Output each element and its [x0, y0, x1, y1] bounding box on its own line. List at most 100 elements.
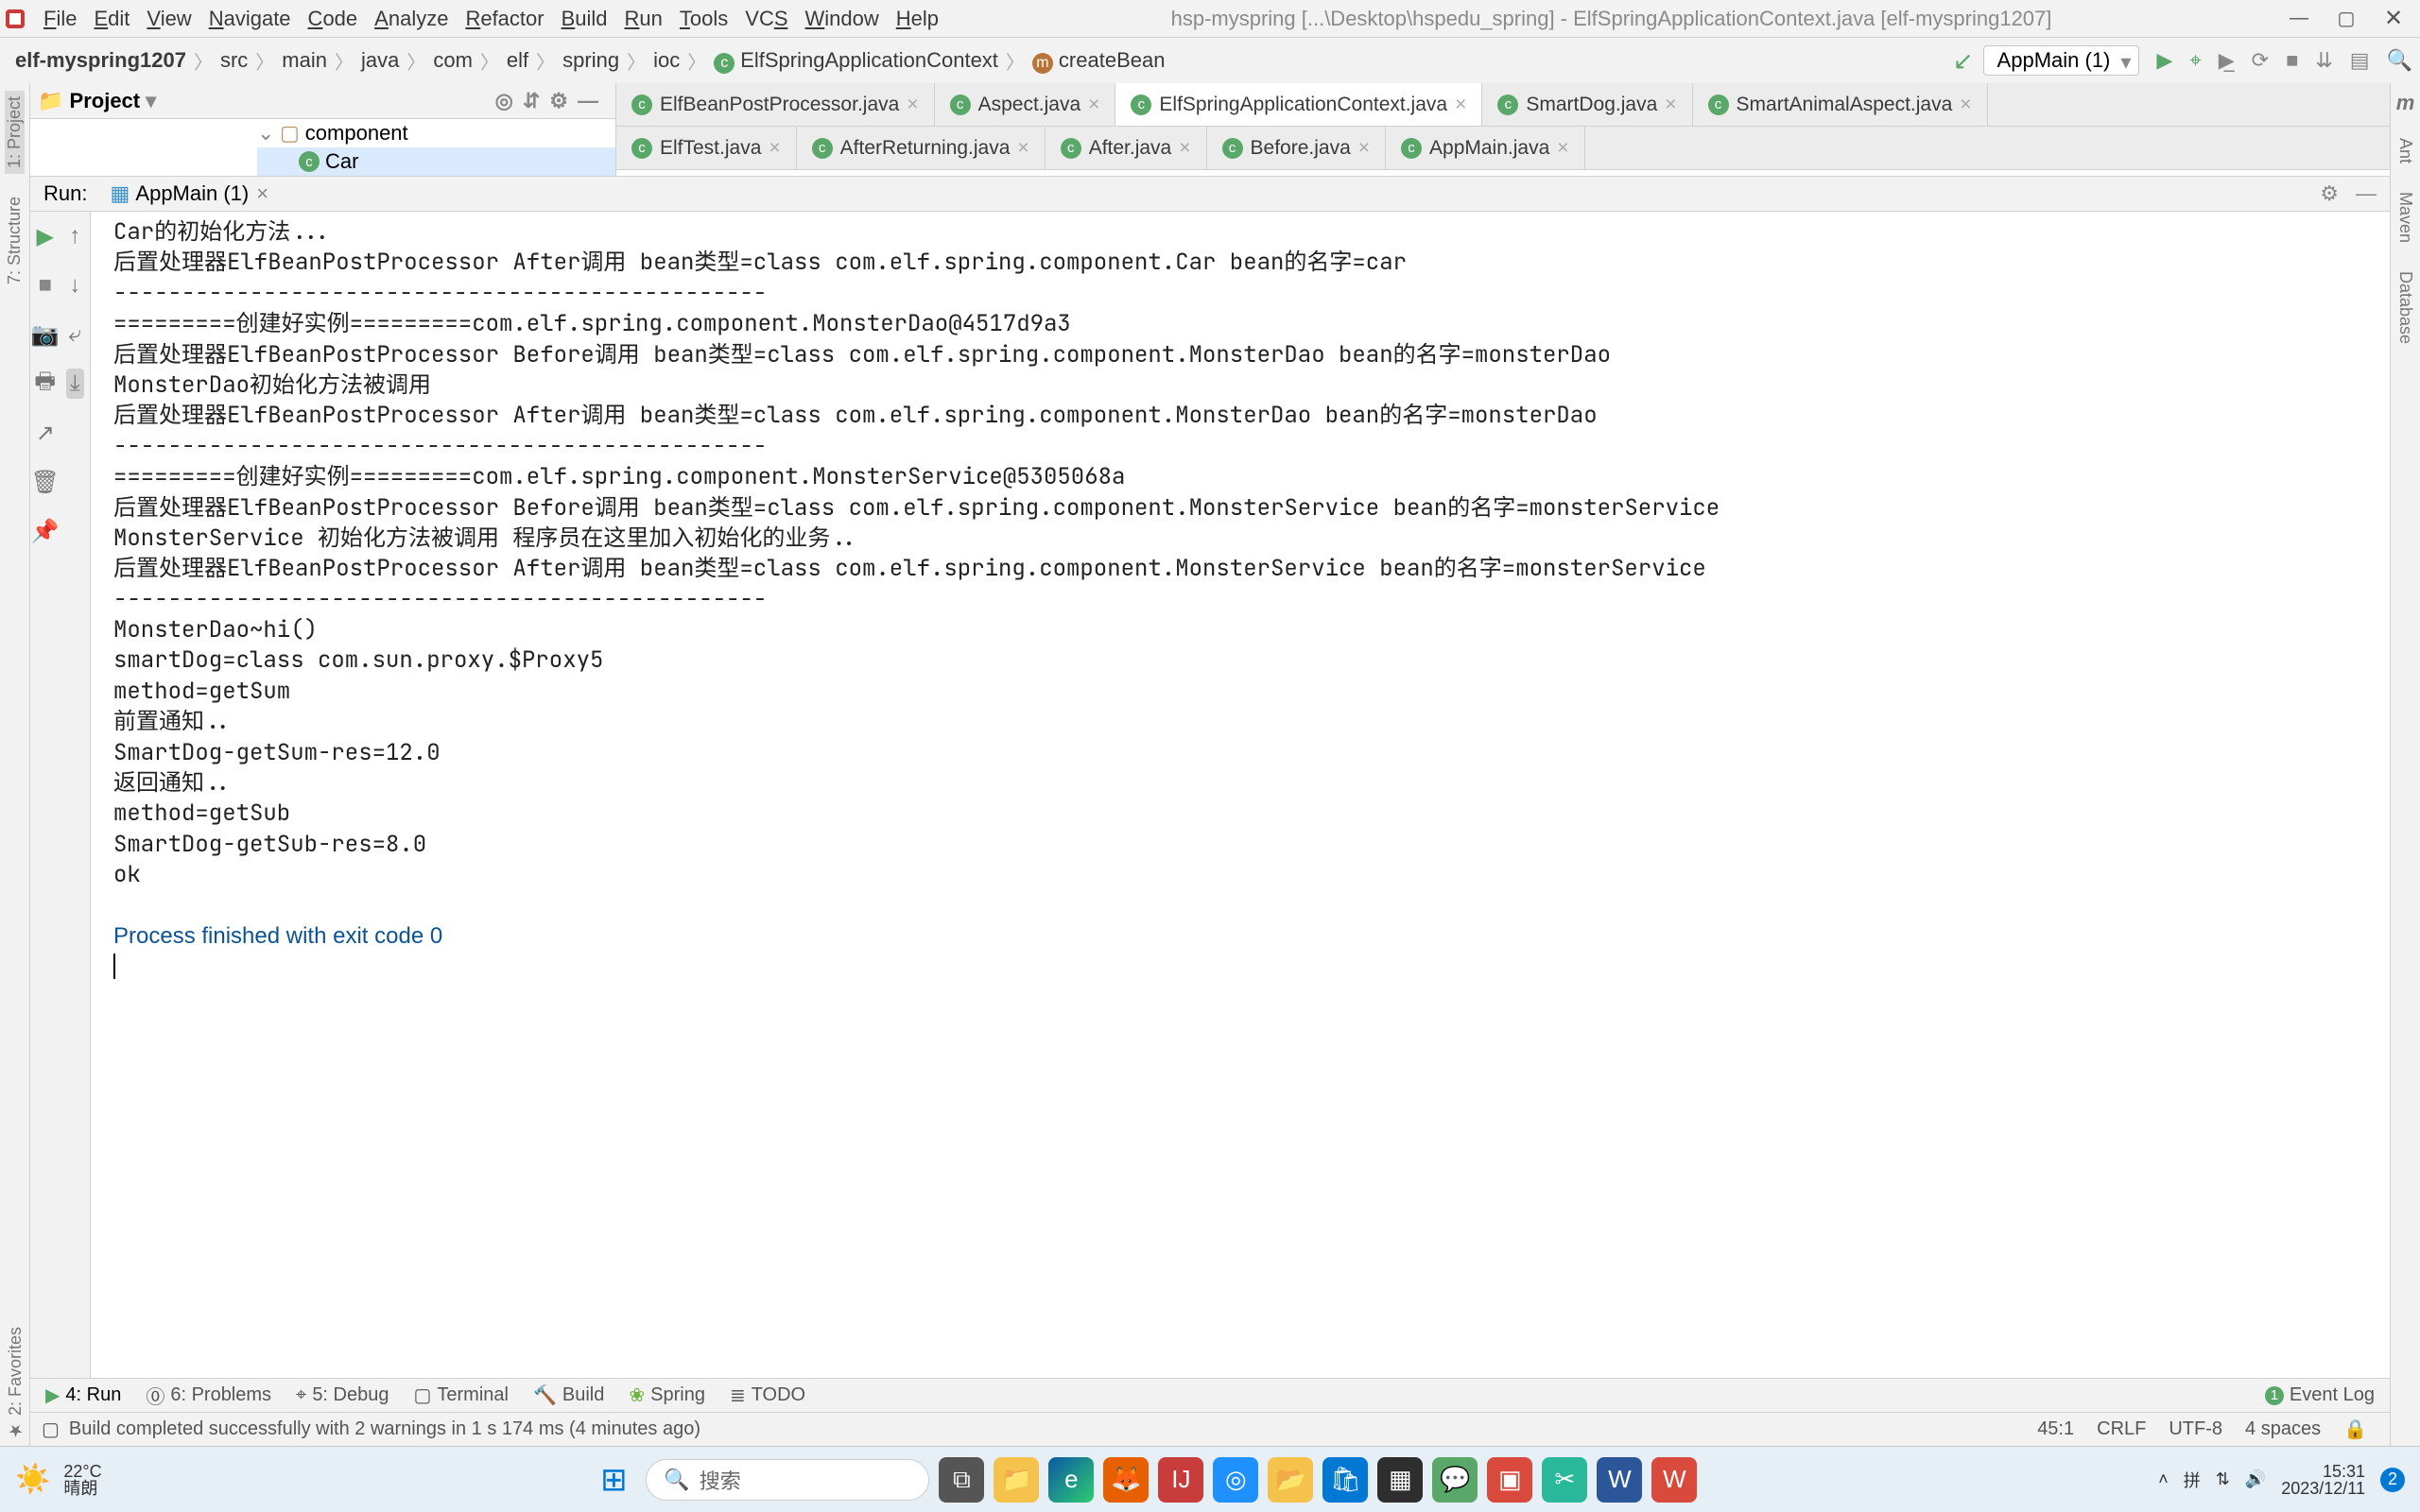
close-icon[interactable]: × [1665, 94, 1676, 116]
intellij-icon[interactable]: IJ [1158, 1457, 1203, 1503]
line-sep[interactable]: CRLF [2085, 1418, 2157, 1440]
export-icon[interactable]: ↗ [36, 420, 55, 447]
crumb-ioc[interactable]: ioc [646, 46, 687, 75]
close-icon[interactable]: × [1358, 137, 1370, 160]
word-icon[interactable]: W [1597, 1457, 1642, 1503]
tool-structure[interactable]: 7: Structure [5, 191, 25, 290]
crumb-module[interactable]: elf-myspring1207 [8, 46, 194, 75]
run-hide-icon[interactable]: — [2356, 181, 2377, 206]
wechat-icon[interactable]: ▦ [1377, 1457, 1423, 1503]
scroll-end-icon[interactable]: ⤓ [66, 369, 84, 399]
crumb-class[interactable]: ElfSpringApplicationContext [706, 46, 1006, 76]
screenshot-icon[interactable]: 📷 [31, 321, 60, 349]
project-tree[interactable]: ⌄ ▢ component c Car [30, 119, 615, 176]
stop-icon[interactable]: ■ [2286, 48, 2298, 73]
status-icon[interactable]: ▢ [42, 1418, 60, 1441]
system-tray[interactable]: ˄ 拼 ⇅ 🔊 15:31 2023/12/11 2 [2158, 1463, 2405, 1497]
editor-tab[interactable]: cAfterReturning.java× [797, 127, 1046, 169]
task-view-icon[interactable]: ⧉ [939, 1457, 984, 1503]
crumb-src[interactable]: src [213, 46, 255, 75]
taskbar-search[interactable]: 🔍 搜索 [646, 1459, 929, 1501]
profile-icon[interactable]: ⟳ [2252, 48, 2269, 73]
editor-tab[interactable]: cElfTest.java× [616, 127, 797, 169]
close-icon[interactable]: × [1455, 94, 1466, 116]
project-target-icon[interactable]: ◎ [495, 89, 513, 113]
explorer-icon[interactable]: 📁 [994, 1457, 1039, 1503]
editor-tab[interactable]: cElfSpringApplicationContext.java× [1115, 83, 1482, 126]
structure-icon[interactable]: ▤ [2350, 48, 2370, 73]
rerun-icon[interactable]: ▶ [37, 223, 54, 250]
project-collapse-icon[interactable]: ⇵ [523, 89, 540, 113]
menu-tools[interactable]: Tools [672, 5, 735, 33]
search-icon[interactable]: 🔍 [2387, 48, 2412, 73]
run-tab-close-icon[interactable]: × [256, 181, 268, 206]
pin-icon[interactable]: 📌 [31, 518, 60, 545]
tab-problems[interactable]: ⓪6: Problems [146, 1382, 271, 1409]
indent[interactable]: 4 spaces [2234, 1418, 2332, 1440]
wps-icon[interactable]: W [1651, 1457, 1697, 1503]
menu-vcs[interactable]: VCS [737, 5, 795, 33]
menu-help[interactable]: Help [889, 5, 946, 33]
menu-view[interactable]: View [139, 5, 199, 33]
menu-run[interactable]: Run [617, 5, 670, 33]
down-icon[interactable]: ↓ [69, 272, 80, 299]
run-settings-icon[interactable]: ⚙ [2320, 181, 2339, 206]
tab-todo[interactable]: ≣TODO [730, 1383, 805, 1407]
up-icon[interactable]: ↑ [69, 223, 80, 249]
tab-spring[interactable]: ❀Spring [629, 1383, 705, 1407]
wrap-icon[interactable]: ⤶ [69, 321, 81, 348]
menu-build[interactable]: Build [554, 5, 615, 33]
edge-icon[interactable]: e [1048, 1457, 1094, 1503]
tool-database[interactable]: Database [2395, 266, 2415, 350]
tab-build[interactable]: 🔨Build [533, 1383, 604, 1407]
menu-navigate[interactable]: Navigate [201, 5, 299, 33]
caret-pos[interactable]: 45:1 [2026, 1418, 2085, 1440]
minimize-button[interactable]: — [2276, 2, 2322, 36]
menu-window[interactable]: Window [798, 5, 887, 33]
run-icon[interactable]: ▶ [2156, 48, 2172, 73]
console-output[interactable]: Car的初始化方法... 后置处理器ElfBeanPostProcessor A… [91, 212, 2390, 1378]
close-icon[interactable]: × [1017, 137, 1028, 160]
tool-ant[interactable]: Ant [2395, 132, 2415, 169]
project-hide-icon[interactable]: — [578, 89, 598, 113]
close-icon[interactable]: × [769, 137, 780, 160]
browser2-icon[interactable]: ◎ [1213, 1457, 1258, 1503]
tab-terminal[interactable]: ▢Terminal [413, 1383, 508, 1407]
menu-refactor[interactable]: Refactor [458, 5, 551, 33]
menu-edit[interactable]: Edit [86, 5, 137, 33]
menu-code[interactable]: Code [301, 5, 366, 33]
start-button[interactable]: ⊞ [591, 1457, 636, 1503]
editor-tab[interactable]: cAppMain.java× [1386, 127, 1585, 169]
crumb-java[interactable]: java [354, 46, 406, 75]
maximize-button[interactable]: ▢ [2324, 2, 2369, 36]
stop-icon[interactable]: ■ [39, 272, 53, 299]
editor-tab[interactable]: cElfBeanPostProcessor.java× [616, 83, 935, 126]
weather-icon[interactable]: ☀️ [15, 1463, 50, 1496]
print-icon[interactable]: 🖶 [34, 365, 56, 404]
video-icon[interactable]: ▣ [1487, 1457, 1532, 1503]
capture-icon[interactable]: ✂ [1542, 1457, 1587, 1503]
tool-project[interactable]: 1: Project [5, 91, 25, 174]
weather-widget[interactable]: 22°C 晴朗 [63, 1463, 101, 1497]
editor-tab[interactable]: cSmartAnimalAspect.java× [1693, 83, 1988, 126]
project-dropdown-icon[interactable]: ▾ [146, 89, 156, 113]
menu-analyze[interactable]: Analyze [367, 5, 456, 33]
tray-chevron-icon[interactable]: ˄ [2158, 1469, 2169, 1489]
vcs-pull-icon[interactable]: ⇊ [2315, 48, 2332, 73]
debug-icon[interactable]: ⌖ [2189, 48, 2201, 73]
close-icon[interactable]: × [1088, 94, 1099, 116]
tray-clock[interactable]: 15:31 2023/12/11 [2281, 1463, 2365, 1497]
close-icon[interactable]: × [1557, 137, 1568, 160]
editor-tab[interactable]: cAfter.java× [1046, 127, 1207, 169]
encoding[interactable]: UTF-8 [2157, 1418, 2234, 1440]
close-icon[interactable]: × [1179, 137, 1190, 160]
close-icon[interactable]: × [907, 94, 918, 116]
lock-icon[interactable]: 🔒 [2332, 1418, 2378, 1441]
folder2-icon[interactable]: 📂 [1268, 1457, 1313, 1503]
menu-file[interactable]: File [36, 5, 84, 33]
crumb-main[interactable]: main [274, 46, 335, 75]
tree-car[interactable]: c Car [257, 147, 615, 176]
crumb-method[interactable]: createBean [1025, 46, 1173, 76]
close-button[interactable]: ✕ [2371, 2, 2416, 36]
notification-badge[interactable]: 2 [2380, 1468, 2405, 1492]
